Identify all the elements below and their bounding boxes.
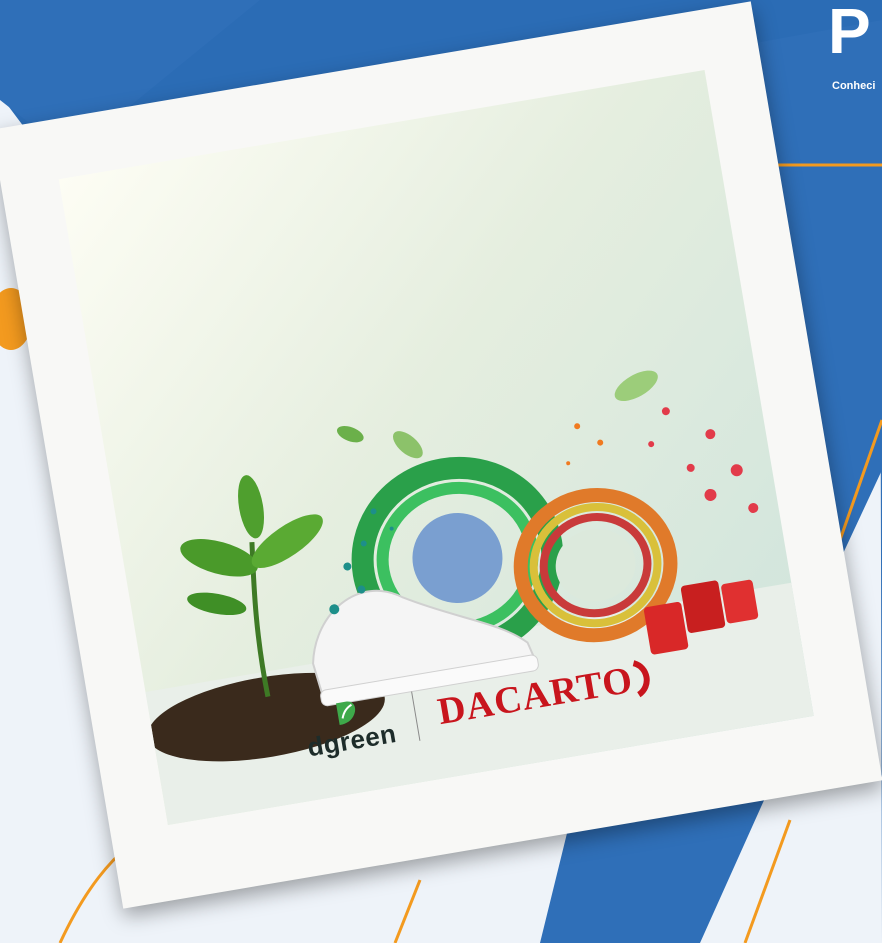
leaf bbox=[187, 592, 247, 616]
floating-leaf bbox=[336, 425, 364, 443]
leaf bbox=[180, 539, 258, 577]
product-photo: dgreen DACARTO bbox=[58, 69, 814, 826]
brand-divider bbox=[411, 691, 421, 741]
logo-letter: P bbox=[828, 0, 871, 67]
leaf bbox=[238, 475, 265, 539]
floating-leaf bbox=[614, 370, 658, 402]
logo-tagline: Conheci bbox=[832, 80, 876, 92]
floating-leaf bbox=[392, 431, 423, 459]
logo: P Conheci bbox=[820, 0, 882, 100]
photo-card: dgreen DACARTO bbox=[0, 1, 882, 909]
